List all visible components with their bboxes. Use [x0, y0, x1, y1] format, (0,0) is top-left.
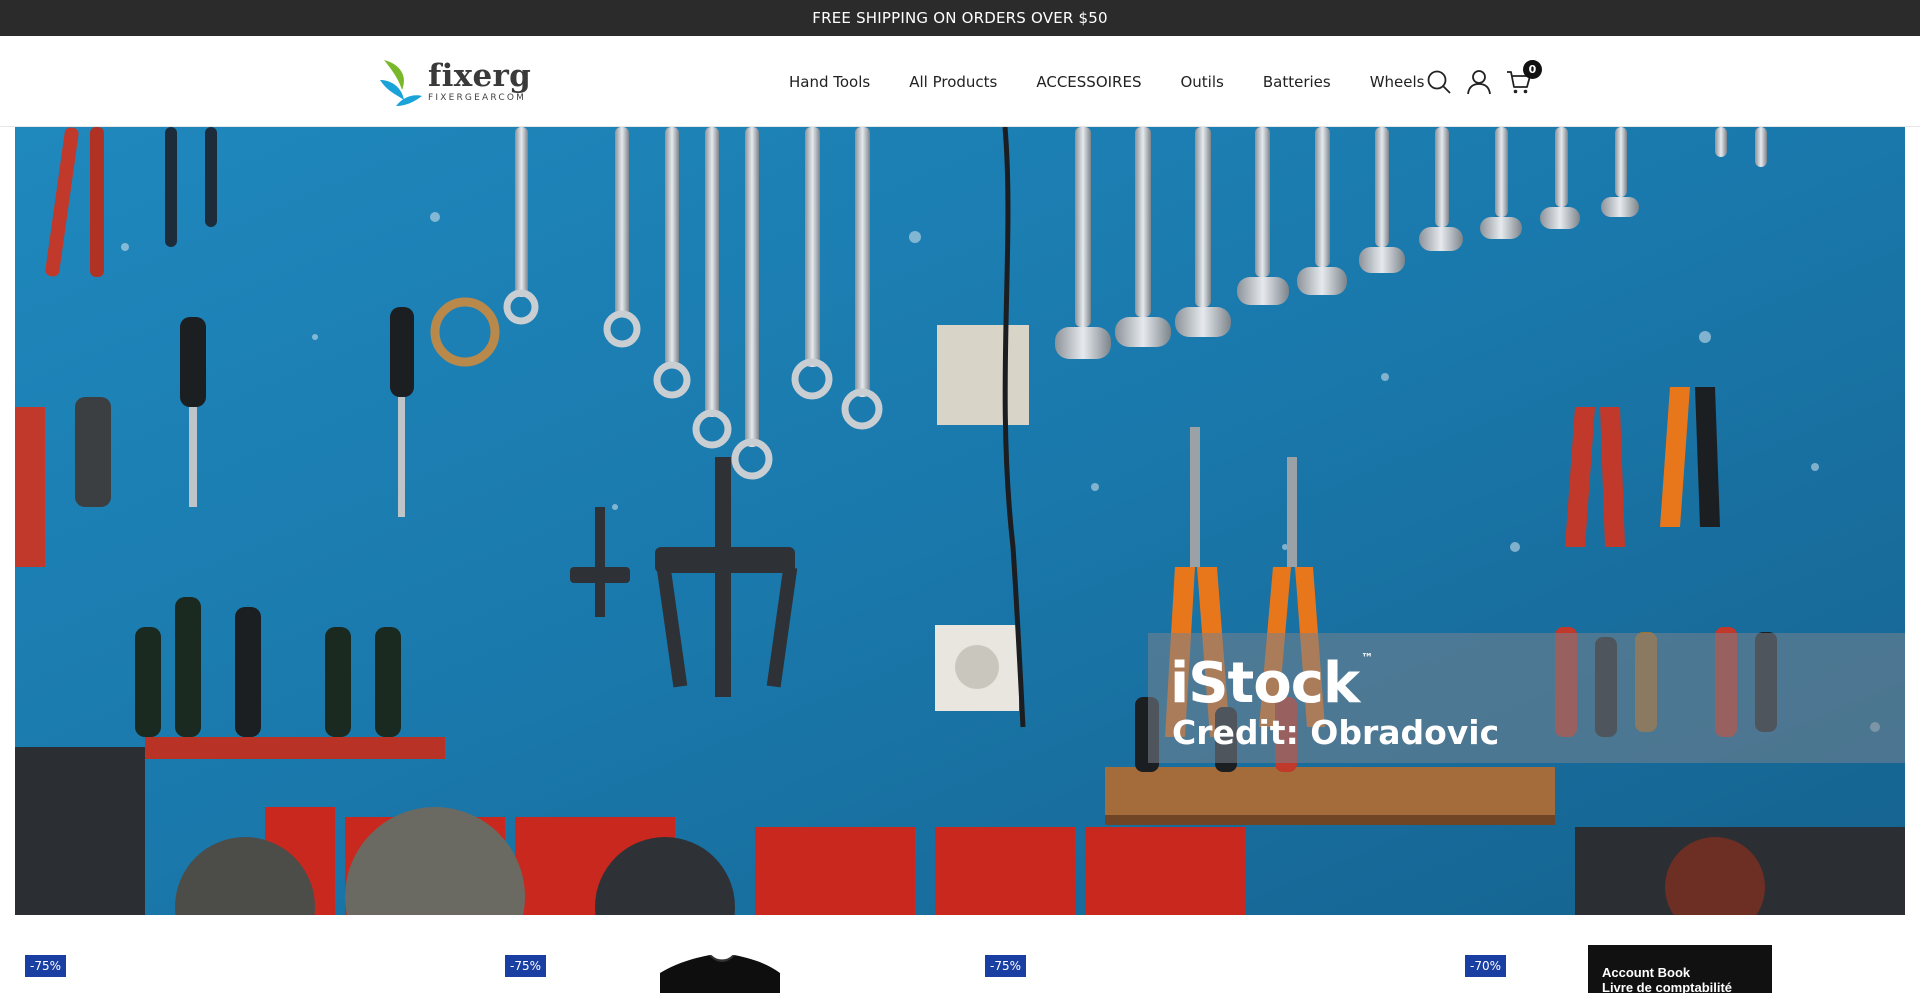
watermark-brand: iStock ™: [1170, 651, 1373, 716]
discount-badge: -70%: [1465, 955, 1507, 977]
product-card[interactable]: -75%: [975, 915, 1445, 993]
nav-all-products[interactable]: All Products: [909, 73, 997, 91]
announcement-text: FREE SHIPPING ON ORDERS OVER $50: [812, 9, 1108, 27]
account-book-product-image[interactable]: Account Book Livre de comptabilité: [1588, 945, 1772, 995]
cart-icon[interactable]: 0: [1505, 59, 1542, 96]
brand-name: fixerg: [428, 58, 532, 94]
nav-accessoires[interactable]: ACCESSOIRES: [1036, 73, 1141, 91]
istock-watermark: iStock ™ Credit: Obradovic: [1148, 633, 1905, 763]
watermark-credit: Credit: Obradovic: [1172, 713, 1500, 752]
hero-banner-image[interactable]: iStock ™ Credit: Obradovic: [15, 127, 1905, 915]
nav-outils[interactable]: Outils: [1180, 73, 1223, 91]
header-actions: 0: [1425, 36, 1542, 127]
discount-badge: -75%: [985, 955, 1027, 977]
brand-tagline: FIXERGEARCOM: [428, 93, 527, 103]
announcement-bar: FREE SHIPPING ON ORDERS OVER $50: [0, 0, 1920, 36]
brand-logo[interactable]: fixerg FIXERGEARCOM: [378, 54, 538, 110]
tshirt-product-image[interactable]: [630, 955, 810, 993]
nav-hand-tools[interactable]: Hand Tools: [789, 73, 870, 91]
book-title-line1: Account Book: [1602, 965, 1691, 980]
site-header: fixerg FIXERGEARCOM Hand Tools All Produ…: [0, 36, 1920, 127]
search-icon[interactable]: [1425, 68, 1453, 96]
logo-mark-icon: [380, 60, 422, 106]
nav-wheels[interactable]: Wheels: [1370, 73, 1425, 91]
discount-badge: -75%: [505, 955, 547, 977]
main-nav: Hand Tools All Products ACCESSOIRES Outi…: [789, 36, 1424, 127]
product-card[interactable]: -75%: [15, 915, 485, 993]
user-icon[interactable]: [1465, 68, 1493, 96]
nav-batteries[interactable]: Batteries: [1263, 73, 1331, 91]
tool-wall-illustration: [15, 127, 1905, 915]
cart-count-badge: 0: [1523, 59, 1542, 79]
discount-badge: -75%: [25, 955, 67, 977]
